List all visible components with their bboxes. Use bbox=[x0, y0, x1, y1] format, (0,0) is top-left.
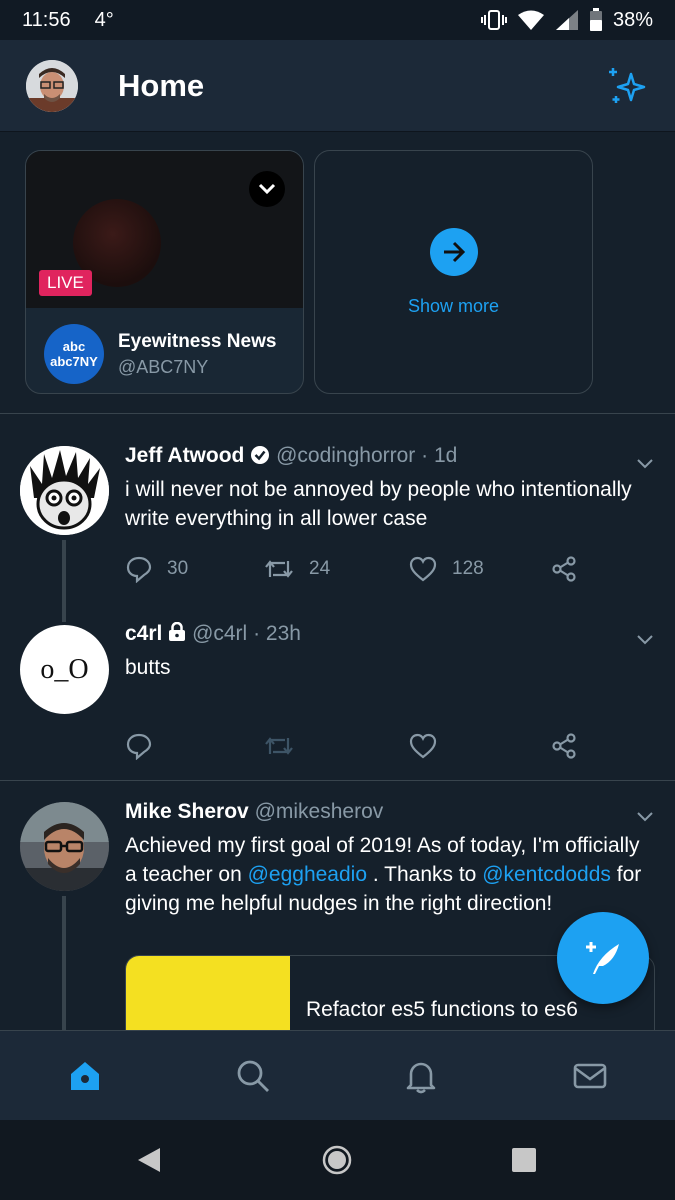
recents-square-icon[interactable] bbox=[508, 1144, 540, 1176]
battery-percent: 38% bbox=[612, 8, 653, 31]
tweet-timestamp: · 23h bbox=[253, 622, 301, 645]
status-bar: 11:56 4° 38% bbox=[0, 0, 675, 40]
live-card-menu-button[interactable] bbox=[249, 171, 285, 207]
live-video-card[interactable]: LIVE abc abc7NY Eyewitness News @ABC7NY bbox=[25, 150, 304, 394]
profile-avatar[interactable] bbox=[26, 59, 78, 112]
status-temperature: 4° bbox=[94, 8, 114, 31]
reply-count: 30 bbox=[167, 558, 189, 579]
like-button[interactable] bbox=[408, 732, 438, 760]
tweet-author-handle[interactable]: @mikesherov bbox=[255, 800, 384, 823]
vibrate-icon bbox=[480, 10, 507, 30]
tweet[interactable]: Jeff Atwood @codinghorror · 1d i will ne… bbox=[0, 425, 675, 605]
messages-mail-icon[interactable] bbox=[572, 1058, 608, 1094]
share-icon bbox=[552, 556, 576, 582]
tweet[interactable]: o_O c4rl @c4rl · 23h butts bbox=[0, 605, 675, 780]
tweet-author-handle[interactable]: @codinghorror bbox=[276, 444, 415, 467]
show-more-button[interactable] bbox=[429, 227, 478, 276]
avatar[interactable]: o_O bbox=[20, 625, 109, 714]
retweet-button-disabled bbox=[263, 732, 295, 760]
chevron-down-icon[interactable] bbox=[635, 629, 655, 649]
tweet-timestamp: · 1d bbox=[421, 444, 458, 467]
like-count: 128 bbox=[452, 558, 484, 579]
back-triangle-icon[interactable] bbox=[134, 1144, 166, 1176]
home-icon[interactable] bbox=[67, 1058, 103, 1094]
like-button[interactable]: 128 bbox=[408, 555, 484, 583]
show-more-label[interactable]: Show more bbox=[408, 296, 499, 317]
chevron-down-icon[interactable] bbox=[635, 453, 655, 473]
reply-icon bbox=[126, 556, 152, 583]
signal-icon bbox=[555, 10, 578, 30]
retweet-button[interactable]: 24 bbox=[263, 555, 330, 583]
page-title: Home bbox=[118, 67, 205, 103]
live-strip: LIVE abc abc7NY Eyewitness News @ABC7NY … bbox=[0, 132, 675, 414]
tweet-text: i will never not be annoyed by people wh… bbox=[125, 478, 632, 530]
home-circle-icon[interactable] bbox=[321, 1144, 353, 1176]
live-account-handle: @ABC7NY bbox=[118, 356, 209, 377]
live-badge: LIVE bbox=[39, 270, 92, 296]
cartoon-avatar-icon bbox=[20, 446, 109, 535]
mention-link-kentcdodds[interactable]: @kentcdodds bbox=[482, 863, 611, 886]
share-button[interactable] bbox=[550, 732, 578, 760]
avatar[interactable] bbox=[20, 446, 109, 535]
reply-button[interactable]: 30 bbox=[125, 555, 188, 583]
link-title: Refactor es5 functions to es6 bbox=[306, 998, 578, 1021]
profile-photo-icon bbox=[26, 59, 78, 112]
tweet-author-name[interactable]: Mike Sherov bbox=[125, 800, 249, 823]
avatar[interactable] bbox=[20, 802, 109, 891]
bottom-navigation bbox=[0, 1030, 675, 1120]
wifi-icon bbox=[517, 10, 544, 30]
tweet-text: butts bbox=[125, 656, 171, 679]
live-card-info: abc abc7NY Eyewitness News @ABC7NY bbox=[26, 308, 303, 393]
status-time: 11:56 bbox=[22, 8, 71, 31]
share-button[interactable] bbox=[550, 555, 578, 583]
mention-link-eggheadio[interactable]: @eggheadio bbox=[248, 863, 367, 886]
show-more-card[interactable]: Show more bbox=[314, 150, 593, 394]
abc7-logo: abc abc7NY bbox=[44, 324, 104, 384]
live-video-preview[interactable]: LIVE bbox=[26, 151, 303, 308]
compose-feather-icon bbox=[586, 942, 619, 974]
tweet-actions bbox=[125, 732, 580, 764]
reply-icon bbox=[126, 733, 152, 760]
profile-photo-icon bbox=[20, 802, 109, 891]
reply-button[interactable] bbox=[125, 732, 153, 760]
sparkle-icon[interactable] bbox=[605, 64, 649, 108]
tweet-author-name[interactable]: c4rl bbox=[125, 622, 162, 645]
search-icon[interactable] bbox=[235, 1058, 271, 1094]
verified-badge-icon bbox=[251, 446, 270, 464]
tweet-author-name[interactable]: Jeff Atwood bbox=[125, 444, 244, 467]
battery-icon bbox=[589, 8, 602, 31]
heart-icon bbox=[409, 556, 437, 582]
app-header: Home bbox=[0, 40, 675, 132]
chevron-down-icon bbox=[258, 183, 276, 195]
retweet-count: 24 bbox=[309, 558, 331, 579]
heart-icon bbox=[409, 733, 437, 759]
compose-tweet-button[interactable] bbox=[557, 912, 649, 1004]
chevron-down-icon[interactable] bbox=[635, 806, 655, 826]
tweet-author-handle[interactable]: @c4rl bbox=[192, 622, 247, 645]
retweet-icon bbox=[265, 737, 293, 755]
android-system-navigation bbox=[0, 1120, 675, 1200]
tweet-actions: 30 24 128 bbox=[125, 555, 580, 587]
share-icon bbox=[552, 733, 576, 759]
live-account-name: Eyewitness News bbox=[118, 330, 277, 352]
avatar-text: o_O bbox=[40, 653, 89, 685]
lock-icon bbox=[169, 621, 186, 641]
arrow-right-icon bbox=[443, 241, 465, 262]
retweet-icon bbox=[265, 560, 293, 578]
notifications-bell-icon[interactable] bbox=[403, 1058, 439, 1094]
tweet-text: Achieved my first goal of 2019! As of to… bbox=[125, 834, 642, 915]
